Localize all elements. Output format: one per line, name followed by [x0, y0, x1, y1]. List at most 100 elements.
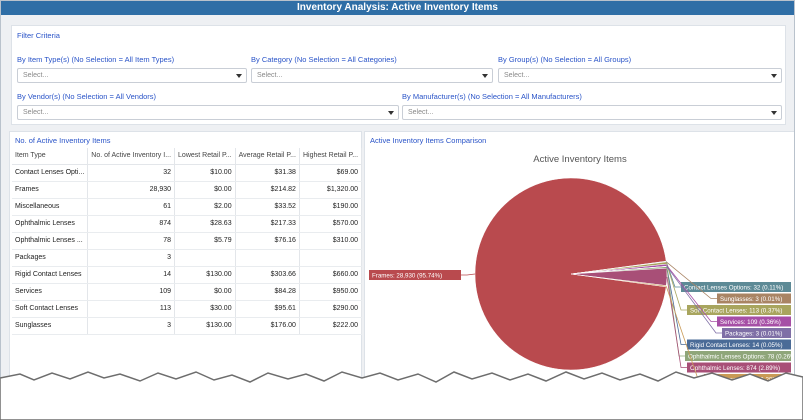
- table-header-row: Item Type No. of Active Inventory I... L…: [12, 148, 363, 165]
- manufacturer-placeholder: Select...: [408, 109, 434, 116]
- vendor-select[interactable]: Select...: [17, 105, 399, 120]
- chevron-down-icon: [482, 74, 488, 78]
- value-cell: 32: [87, 164, 176, 182]
- chevron-down-icon: [236, 74, 242, 78]
- value-cell: $28.63: [174, 215, 236, 233]
- chart-panel: Active Inventory Items Comparison Active…: [364, 131, 795, 399]
- column-header[interactable]: Lowest Retail P...: [174, 148, 236, 165]
- value-cell: $95.61: [235, 300, 300, 318]
- value-cell: 109: [87, 283, 176, 301]
- table-row[interactable]: Rigid Contact Lenses 14 $130.00 $303.66 $660…: [12, 266, 363, 284]
- manufacturer-select[interactable]: Select...: [402, 105, 782, 120]
- value-cell: $84.28: [235, 283, 300, 301]
- item-type-filter-label: By Item Type(s) (No Selection = All Item…: [17, 55, 175, 64]
- item-type-cell: Miscellaneous: [12, 198, 89, 216]
- table-row[interactable]: Miscellaneous 61 $2.00 $33.52 $190.00: [12, 198, 363, 216]
- table-row[interactable]: Ophthalmic Lenses ... 78 $5.79 $76.16 $310.0…: [12, 232, 363, 250]
- svg-text:Rigid Contact Lenses: 14 (0.05: Rigid Contact Lenses: 14 (0.05%): [690, 342, 783, 349]
- value-cell: $176.00: [235, 317, 300, 335]
- value-cell: $10.00: [174, 164, 236, 182]
- value-cell: 61: [87, 198, 176, 216]
- svg-text:Soft Contact Lenses: 113 (0.37: Soft Contact Lenses: 113 (0.37%): [690, 308, 782, 315]
- column-header[interactable]: Item Type: [12, 148, 89, 165]
- value-cell: 78: [87, 232, 176, 250]
- item-type-select[interactable]: Select...: [17, 68, 247, 83]
- table-row[interactable]: Packages 3: [12, 249, 363, 267]
- inventory-table-panel: No. of Active Inventory Items Item Type …: [9, 131, 363, 399]
- svg-text:Contact Lenses Options: 32 (0.: Contact Lenses Options: 32 (0.11%): [684, 285, 783, 292]
- value-cell: $217.33: [235, 215, 300, 233]
- table-row[interactable]: Sunglasses 3 $130.00 $176.00 $222.00: [12, 317, 363, 335]
- value-cell: 28,930: [87, 181, 176, 199]
- svg-text:Frames: 28,930 (95.74%): Frames: 28,930 (95.74%): [372, 273, 442, 280]
- value-cell: 113: [87, 300, 176, 318]
- item-type-cell: Soft Contact Lenses: [12, 300, 89, 318]
- app-window: Inventory Analysis: Active Inventory Ite…: [0, 0, 795, 400]
- value-cell: [174, 249, 236, 267]
- table-row[interactable]: Soft Contact Lenses 113 $30.00 $95.61 $290.0…: [12, 300, 363, 318]
- table-row[interactable]: Frames 28,930 $0.00 $214.82 $1,320.00: [12, 181, 363, 199]
- value-cell: $660.00: [299, 266, 363, 284]
- value-cell: 874: [87, 215, 176, 233]
- value-cell: $2.00: [174, 198, 236, 216]
- slice-label: Frames: 28,930 (95.74%): [369, 270, 476, 280]
- filter-section-title: Filter Criteria: [17, 31, 60, 40]
- item-type-cell: Rigid Contact Lenses: [12, 266, 89, 284]
- column-header[interactable]: Average Retail P...: [235, 148, 300, 165]
- item-type-cell: Frames: [12, 181, 89, 199]
- value-cell: $190.00: [299, 198, 363, 216]
- value-cell: $290.00: [299, 300, 363, 318]
- table-panel-title: No. of Active Inventory Items: [15, 136, 111, 145]
- item-type-cell: Packages: [12, 249, 89, 267]
- svg-text:Packages: 3 (0.01%): Packages: 3 (0.01%): [725, 331, 782, 338]
- value-cell: [299, 249, 363, 267]
- value-cell: $130.00: [174, 266, 236, 284]
- value-cell: $30.00: [174, 300, 236, 318]
- value-cell: $222.00: [299, 317, 363, 335]
- value-cell: $310.00: [299, 232, 363, 250]
- column-header[interactable]: Highest Retail P...: [299, 148, 363, 165]
- value-cell: $0.00: [174, 181, 236, 199]
- category-select[interactable]: Select...: [251, 68, 493, 83]
- table-row[interactable]: Contact Lenses Opti... 32 $10.00 $31.38 $69.…: [12, 164, 363, 182]
- filter-panel: Filter Criteria By Item Type(s) (No Sele…: [11, 25, 786, 125]
- value-cell: $950.00: [299, 283, 363, 301]
- page-title: Inventory Analysis: Active Inventory Ite…: [1, 1, 794, 15]
- value-cell: $31.38: [235, 164, 300, 182]
- value-cell: $0.00: [174, 283, 236, 301]
- value-cell: 14: [87, 266, 176, 284]
- groups-select[interactable]: Select...: [498, 68, 782, 83]
- table-row[interactable]: Services 109 $0.00 $84.28 $950.00: [12, 283, 363, 301]
- item-type-placeholder: Select...: [23, 72, 49, 79]
- value-cell: $76.16: [235, 232, 300, 250]
- chevron-down-icon: [771, 111, 777, 115]
- vendor-placeholder: Select...: [23, 109, 49, 116]
- category-placeholder: Select...: [257, 72, 283, 79]
- vendor-filter-label: By Vendor(s) (No Selection = All Vendors…: [17, 92, 157, 101]
- svg-text:Ophthalmic Lenses Options: 78: Ophthalmic Lenses Options: 78 (0.26%): [688, 354, 795, 361]
- groups-filter-label: By Group(s) (No Selection = All Groups): [498, 55, 632, 64]
- value-cell: $33.52: [235, 198, 300, 216]
- value-cell: $214.82: [235, 181, 300, 199]
- value-cell: $570.00: [299, 215, 363, 233]
- item-type-cell: Sunglasses: [12, 317, 89, 335]
- category-filter-label: By Category (No Selection = All Categori…: [251, 55, 397, 64]
- pie-chart: Frames: 28,930 (95.74%) Contact Lenses Op…: [369, 177, 795, 384]
- item-type-cell: Ophthalmic Lenses ...: [12, 232, 89, 250]
- torn-paper-edge: [0, 371, 803, 420]
- item-type-cell: Ophthalmic Lenses: [12, 215, 89, 233]
- value-cell: [235, 249, 300, 267]
- value-cell: $130.00: [174, 317, 236, 335]
- chevron-down-icon: [388, 111, 394, 115]
- value-cell: $303.66: [235, 266, 300, 284]
- item-type-cell: Contact Lenses Opti...: [12, 164, 89, 182]
- svg-text:Services: 109 (0.36%): Services: 109 (0.36%): [720, 319, 781, 326]
- value-cell: $69.00: [299, 164, 363, 182]
- chevron-down-icon: [771, 74, 777, 78]
- value-cell: $5.79: [174, 232, 236, 250]
- value-cell: $1,320.00: [299, 181, 363, 199]
- table-row[interactable]: Ophthalmic Lenses 874 $28.63 $217.33 $570.00: [12, 215, 363, 233]
- value-cell: 3: [87, 317, 176, 335]
- column-header[interactable]: No. of Active Inventory I...: [87, 148, 176, 165]
- svg-text:Sunglasses: 3 (0.01%): Sunglasses: 3 (0.01%): [720, 296, 782, 303]
